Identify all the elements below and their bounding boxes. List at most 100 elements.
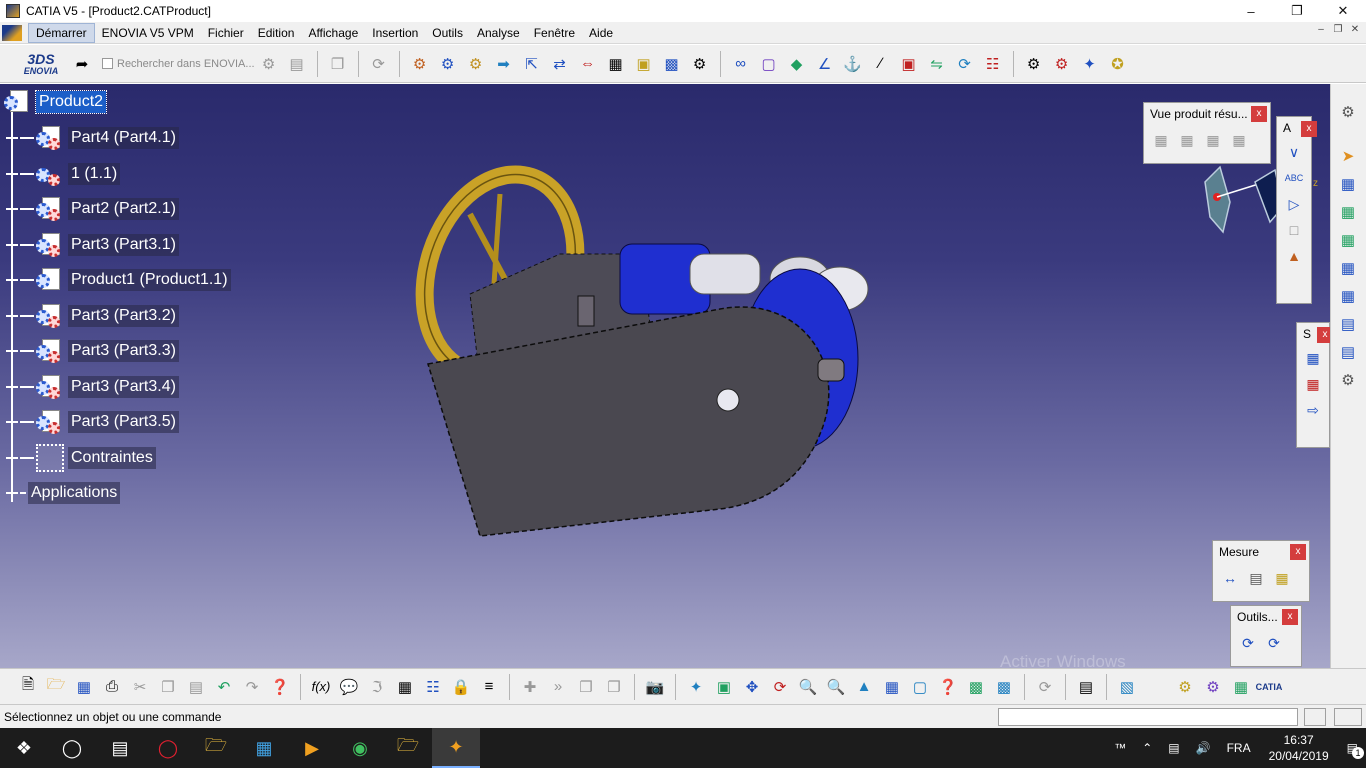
chrome-icon[interactable]: ◉: [336, 728, 384, 768]
tree-node[interactable]: Part3 (Part3.2): [6, 302, 179, 330]
select-arrow-icon[interactable]: ➤: [1336, 144, 1360, 168]
refresh-icon[interactable]: ⟳: [367, 52, 391, 76]
enovia-navigate-icon[interactable]: ➦: [70, 52, 94, 76]
link-icon[interactable]: ≡: [477, 675, 501, 699]
store-icon[interactable]: ▦: [240, 728, 288, 768]
space-analysis-icon[interactable]: ▦: [1336, 228, 1360, 252]
tree-node-label[interactable]: Part3 (Part3.4): [68, 376, 179, 398]
tree-node-label[interactable]: Applications: [28, 482, 121, 504]
existing-component-icon[interactable]: ➡: [492, 52, 516, 76]
rotate-icon[interactable]: ⟳: [768, 675, 792, 699]
offset-constraint-icon[interactable]: ◆: [785, 52, 809, 76]
explode-icon[interactable]: ✦: [1078, 52, 1102, 76]
tree-node-label[interactable]: Part3 (Part3.1): [68, 234, 179, 256]
taskbar-clock[interactable]: 16:37 20/04/2019: [1259, 732, 1339, 764]
generate-numbering-icon[interactable]: ▦: [604, 52, 628, 76]
tree-node-label[interactable]: Part4 (Part4.1): [68, 127, 179, 149]
view-catalog-icon[interactable]: ▦: [1150, 129, 1172, 151]
iso-view-icon[interactable]: ▢: [908, 675, 932, 699]
doc-close-button[interactable]: ✕: [1346, 24, 1364, 35]
tree-node-label[interactable]: 1 (1.1): [68, 163, 121, 185]
view-result-icon[interactable]: ▦: [1228, 129, 1250, 151]
side-screw-part[interactable]: [817, 358, 845, 382]
close-icon[interactable]: x: [1290, 544, 1306, 560]
scene-icon[interactable]: ▦: [1302, 347, 1324, 369]
properties-icon[interactable]: ▤: [1074, 675, 1098, 699]
media-player-icon[interactable]: ▶: [288, 728, 336, 768]
expand-icon[interactable]: [6, 416, 18, 428]
grid-icon[interactable]: ▦: [393, 675, 417, 699]
tree-node-applications[interactable]: Applications: [6, 479, 121, 507]
design-table-icon[interactable]: ℑ: [365, 675, 389, 699]
tree-node-label[interactable]: Part3 (Part3.5): [68, 411, 179, 433]
catia-taskbar-icon[interactable]: ✦: [432, 728, 480, 768]
3d-annotation-icon[interactable]: □: [1283, 219, 1305, 241]
language-indicator[interactable]: FRA: [1219, 741, 1259, 755]
measure-between-icon[interactable]: ↔: [1219, 567, 1241, 589]
close-window-button[interactable]: ✕: [1320, 0, 1366, 22]
welding-symbol-icon[interactable]: ∨: [1283, 141, 1305, 163]
fix-component-icon[interactable]: ⚓: [841, 52, 865, 76]
multi-view-icon[interactable]: ▦: [880, 675, 904, 699]
tree-root-label[interactable]: Product2: [34, 90, 108, 114]
update-icon[interactable]: ⟳: [1237, 632, 1259, 654]
graph-tree-reorder-icon[interactable]: ⇔: [576, 52, 600, 76]
fix-together-icon[interactable]: ∕: [869, 52, 893, 76]
scene-apply-icon[interactable]: ⇨: [1302, 399, 1324, 421]
close-icon[interactable]: x: [1282, 609, 1298, 625]
copy-product-icon[interactable]: ❐: [326, 52, 350, 76]
tree-node-constraints[interactable]: Contraintes: [6, 444, 156, 472]
update-all-icon[interactable]: ⟳: [1033, 675, 1057, 699]
network-icon[interactable]: ▤: [1160, 741, 1187, 755]
save-enovia-icon[interactable]: ▤: [285, 52, 309, 76]
expand-icon[interactable]: [6, 487, 18, 499]
macro-icon[interactable]: ✚: [518, 675, 542, 699]
task-view-icon[interactable]: ▤: [96, 728, 144, 768]
cut-icon[interactable]: ✂: [128, 675, 152, 699]
tree-node[interactable]: Part2 (Part2.1): [6, 195, 179, 223]
tree-node[interactable]: Part3 (Part3.4): [6, 373, 179, 401]
swap-visible-space-icon[interactable]: ▩: [964, 675, 988, 699]
workbench-icon[interactable]: ▦: [1229, 675, 1253, 699]
menu-analyse[interactable]: Analyse: [470, 23, 527, 43]
stop-manipulate-on-clash-icon[interactable]: ✪: [1106, 52, 1130, 76]
compute-clash-icon[interactable]: ⟳: [1263, 632, 1285, 654]
zoom-out-icon[interactable]: 🔍: [824, 675, 848, 699]
close-icon[interactable]: x: [1251, 106, 1267, 122]
gears-icon[interactable]: ⚙: [1336, 100, 1360, 124]
power-input-stop-button[interactable]: [1334, 708, 1362, 726]
assembly-render[interactable]: [0, 84, 1330, 668]
tree-node[interactable]: Part3 (Part3.3): [6, 337, 179, 365]
search-checkbox[interactable]: [102, 58, 113, 69]
minimize-button[interactable]: –: [1228, 0, 1274, 22]
hide-show-icon[interactable]: ❓: [936, 675, 960, 699]
reuse-pattern-icon[interactable]: ☷: [981, 52, 1005, 76]
expand-icon[interactable]: [6, 381, 18, 393]
angle-constraint-icon[interactable]: ∠: [813, 52, 837, 76]
view-import-icon[interactable]: ▦: [1176, 129, 1198, 151]
expand-icon[interactable]: [6, 310, 18, 322]
copy-view-icon[interactable]: ❐: [574, 675, 598, 699]
search-circle-icon[interactable]: ◯: [48, 728, 96, 768]
power-input-clear-button[interactable]: [1304, 708, 1326, 726]
opera-icon[interactable]: ◯: [144, 728, 192, 768]
pin-part[interactable]: [577, 295, 595, 327]
tree-node[interactable]: 1 (1.1): [6, 160, 121, 188]
save-icon[interactable]: ▦: [72, 675, 96, 699]
multi-instantiation-icon[interactable]: ⚙: [688, 52, 712, 76]
measure-item-icon[interactable]: ▤: [1245, 567, 1267, 589]
menu-aide[interactable]: Aide: [582, 23, 620, 43]
constraints-filter-icon[interactable]: ⚙: [1336, 368, 1360, 392]
normal-view-icon[interactable]: ▲: [852, 675, 876, 699]
formula-icon[interactable]: f(x): [309, 675, 333, 699]
run-icon[interactable]: »: [546, 675, 570, 699]
menu-outils[interactable]: Outils: [425, 23, 470, 43]
change-constraint-icon[interactable]: ⟳: [953, 52, 977, 76]
paste-icon[interactable]: ▤: [184, 675, 208, 699]
contact-constraint-icon[interactable]: ▢: [757, 52, 781, 76]
text-annotation-icon[interactable]: ABC: [1283, 167, 1305, 189]
menu-demarrer[interactable]: Démarrer: [28, 22, 95, 43]
flag-note-icon[interactable]: ▷: [1283, 193, 1305, 215]
open-folder-icon[interactable]: 🗁: [44, 675, 68, 699]
material-icon[interactable]: ▧: [1115, 675, 1139, 699]
